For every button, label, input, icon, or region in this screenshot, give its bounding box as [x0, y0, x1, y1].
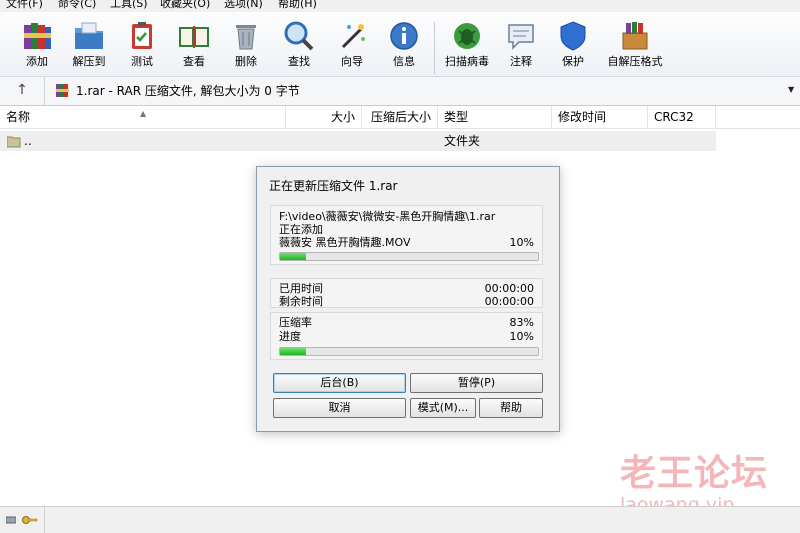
- time-group: 已用时间 00:00:00 剩余时间 00:00:00: [270, 278, 543, 308]
- column-name[interactable]: 名称 ▲: [0, 106, 286, 128]
- pause-button[interactable]: 暂停(P): [410, 373, 543, 393]
- comment-icon: [508, 24, 534, 50]
- cancel-button[interactable]: 取消: [273, 398, 406, 418]
- dialog-title: 正在更新压缩文件 1.rar: [269, 179, 398, 193]
- file-name: ..: [24, 134, 32, 148]
- sfx-button[interactable]: 自解压格式: [603, 16, 667, 74]
- file-progress-bar: [279, 252, 539, 261]
- column-size[interactable]: 大小: [286, 106, 362, 128]
- progress-value: 10%: [509, 330, 534, 343]
- ratio-group: 压缩率 83% 进度 10%: [270, 312, 543, 360]
- key-icon: [22, 516, 38, 524]
- column-packed-size[interactable]: 压缩后大小: [362, 106, 438, 128]
- books-icon: [24, 23, 51, 49]
- ratio-value: 83%: [509, 316, 534, 329]
- add-button[interactable]: 添加: [11, 16, 63, 74]
- status-icons: [0, 507, 45, 533]
- folder-extract-icon: [75, 22, 103, 49]
- address-dropdown-icon[interactable]: ▼: [788, 85, 794, 94]
- delete-button[interactable]: 删除: [220, 16, 272, 74]
- address-bar: ↑ 1.rar - RAR 压缩文件, 解包大小为 0 字节 ▼: [0, 77, 800, 106]
- toolbar: 添加 解压到 测试 查看 删除 查找 向导 信息 扫描病毒 注释 保护 自解压格…: [0, 12, 800, 77]
- menu-favorites[interactable]: 收藏夹(O): [160, 0, 210, 11]
- protect-button[interactable]: 保护: [547, 16, 599, 74]
- file-type: 文件夹: [444, 134, 481, 148]
- extract-to-button[interactable]: 解压到: [63, 16, 115, 74]
- menu-options[interactable]: 选项(N): [224, 0, 263, 11]
- remaining-label: 剩余时间: [279, 295, 323, 308]
- column-crc32[interactable]: CRC32: [648, 106, 716, 128]
- shield-icon: [560, 21, 586, 51]
- elapsed-label: 已用时间: [279, 282, 323, 295]
- status-bar: [0, 506, 800, 533]
- file-info-group: F:\video\薇薇安\微微安-黑色开胸情趣\1.rar 正在添加 薇薇安 黑…: [270, 205, 543, 265]
- menu-help[interactable]: 帮助(H): [278, 0, 317, 11]
- folder-icon: [7, 136, 21, 148]
- drive-icon: [6, 516, 16, 524]
- up-button[interactable]: ↑: [0, 77, 45, 105]
- update-progress-dialog: 正在更新压缩文件 1.rar F:\video\薇薇安\微微安-黑色开胸情趣\1…: [256, 166, 560, 432]
- background-button[interactable]: 后台(B): [273, 373, 406, 393]
- info-icon: [390, 22, 418, 50]
- scan-virus-button[interactable]: 扫描病毒: [441, 16, 493, 74]
- view-button[interactable]: 查看: [168, 16, 220, 74]
- total-progress-fill: [280, 348, 306, 355]
- menu-file[interactable]: 文件(F): [6, 0, 43, 11]
- current-file: 薇薇安 黑色开胸情趣.MOV: [279, 236, 411, 249]
- comment-button[interactable]: 注释: [495, 16, 547, 74]
- menu-bar: 文件(F) 命令(C) 工具(S) 收藏夹(O) 选项(N) 帮助(H): [0, 0, 800, 12]
- file-percent: 10%: [509, 236, 534, 249]
- column-header: 名称 ▲ 大小 压缩后大小 类型 修改时间 CRC32: [0, 106, 800, 129]
- test-button[interactable]: 测试: [116, 16, 168, 74]
- ratio-label: 压缩率: [279, 316, 312, 329]
- action-label: 正在添加: [279, 223, 323, 236]
- sfx-box-icon: [622, 22, 648, 50]
- mode-button[interactable]: 模式(M)...: [410, 398, 476, 418]
- open-book-icon: [179, 26, 209, 48]
- menu-tools[interactable]: 工具(S): [110, 0, 148, 11]
- status-text-area: [46, 507, 800, 533]
- archive-path: F:\video\薇薇安\微微安-黑色开胸情趣\1.rar: [279, 210, 496, 223]
- bug-icon: [454, 23, 480, 49]
- help-button[interactable]: 帮助: [479, 398, 543, 418]
- menu-commands[interactable]: 命令(C): [58, 0, 96, 11]
- elapsed-value: 00:00:00: [484, 282, 534, 295]
- file-progress-fill: [280, 253, 306, 260]
- address-path[interactable]: 1.rar - RAR 压缩文件, 解包大小为 0 字节: [76, 84, 300, 98]
- trash-icon: [236, 25, 256, 50]
- sort-ascending-icon: ▲: [140, 109, 147, 118]
- clipboard-check-icon: [132, 22, 152, 49]
- progress-label: 进度: [279, 330, 301, 343]
- toolbar-separator: [434, 22, 435, 74]
- magic-wand-icon: [341, 24, 365, 49]
- archive-icon: [56, 84, 69, 97]
- wizard-button[interactable]: 向导: [326, 16, 378, 74]
- find-button[interactable]: 查找: [273, 16, 325, 74]
- remaining-value: 00:00:00: [484, 295, 534, 308]
- column-modified[interactable]: 修改时间: [552, 106, 648, 128]
- info-button[interactable]: 信息: [378, 16, 430, 74]
- magnifier-icon: [284, 21, 314, 51]
- watermark-text: 老王论坛: [620, 452, 769, 494]
- column-type[interactable]: 类型: [438, 106, 552, 128]
- table-row[interactable]: .. 文件夹: [0, 131, 716, 151]
- total-progress-bar: [279, 347, 539, 356]
